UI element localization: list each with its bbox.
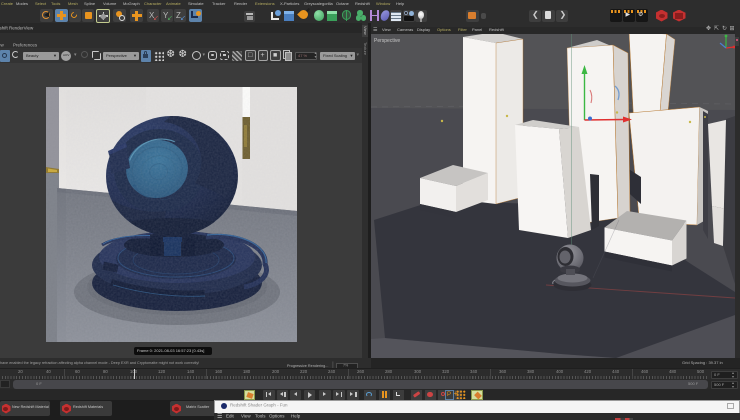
svg-text:Perspective: Perspective (374, 38, 400, 44)
